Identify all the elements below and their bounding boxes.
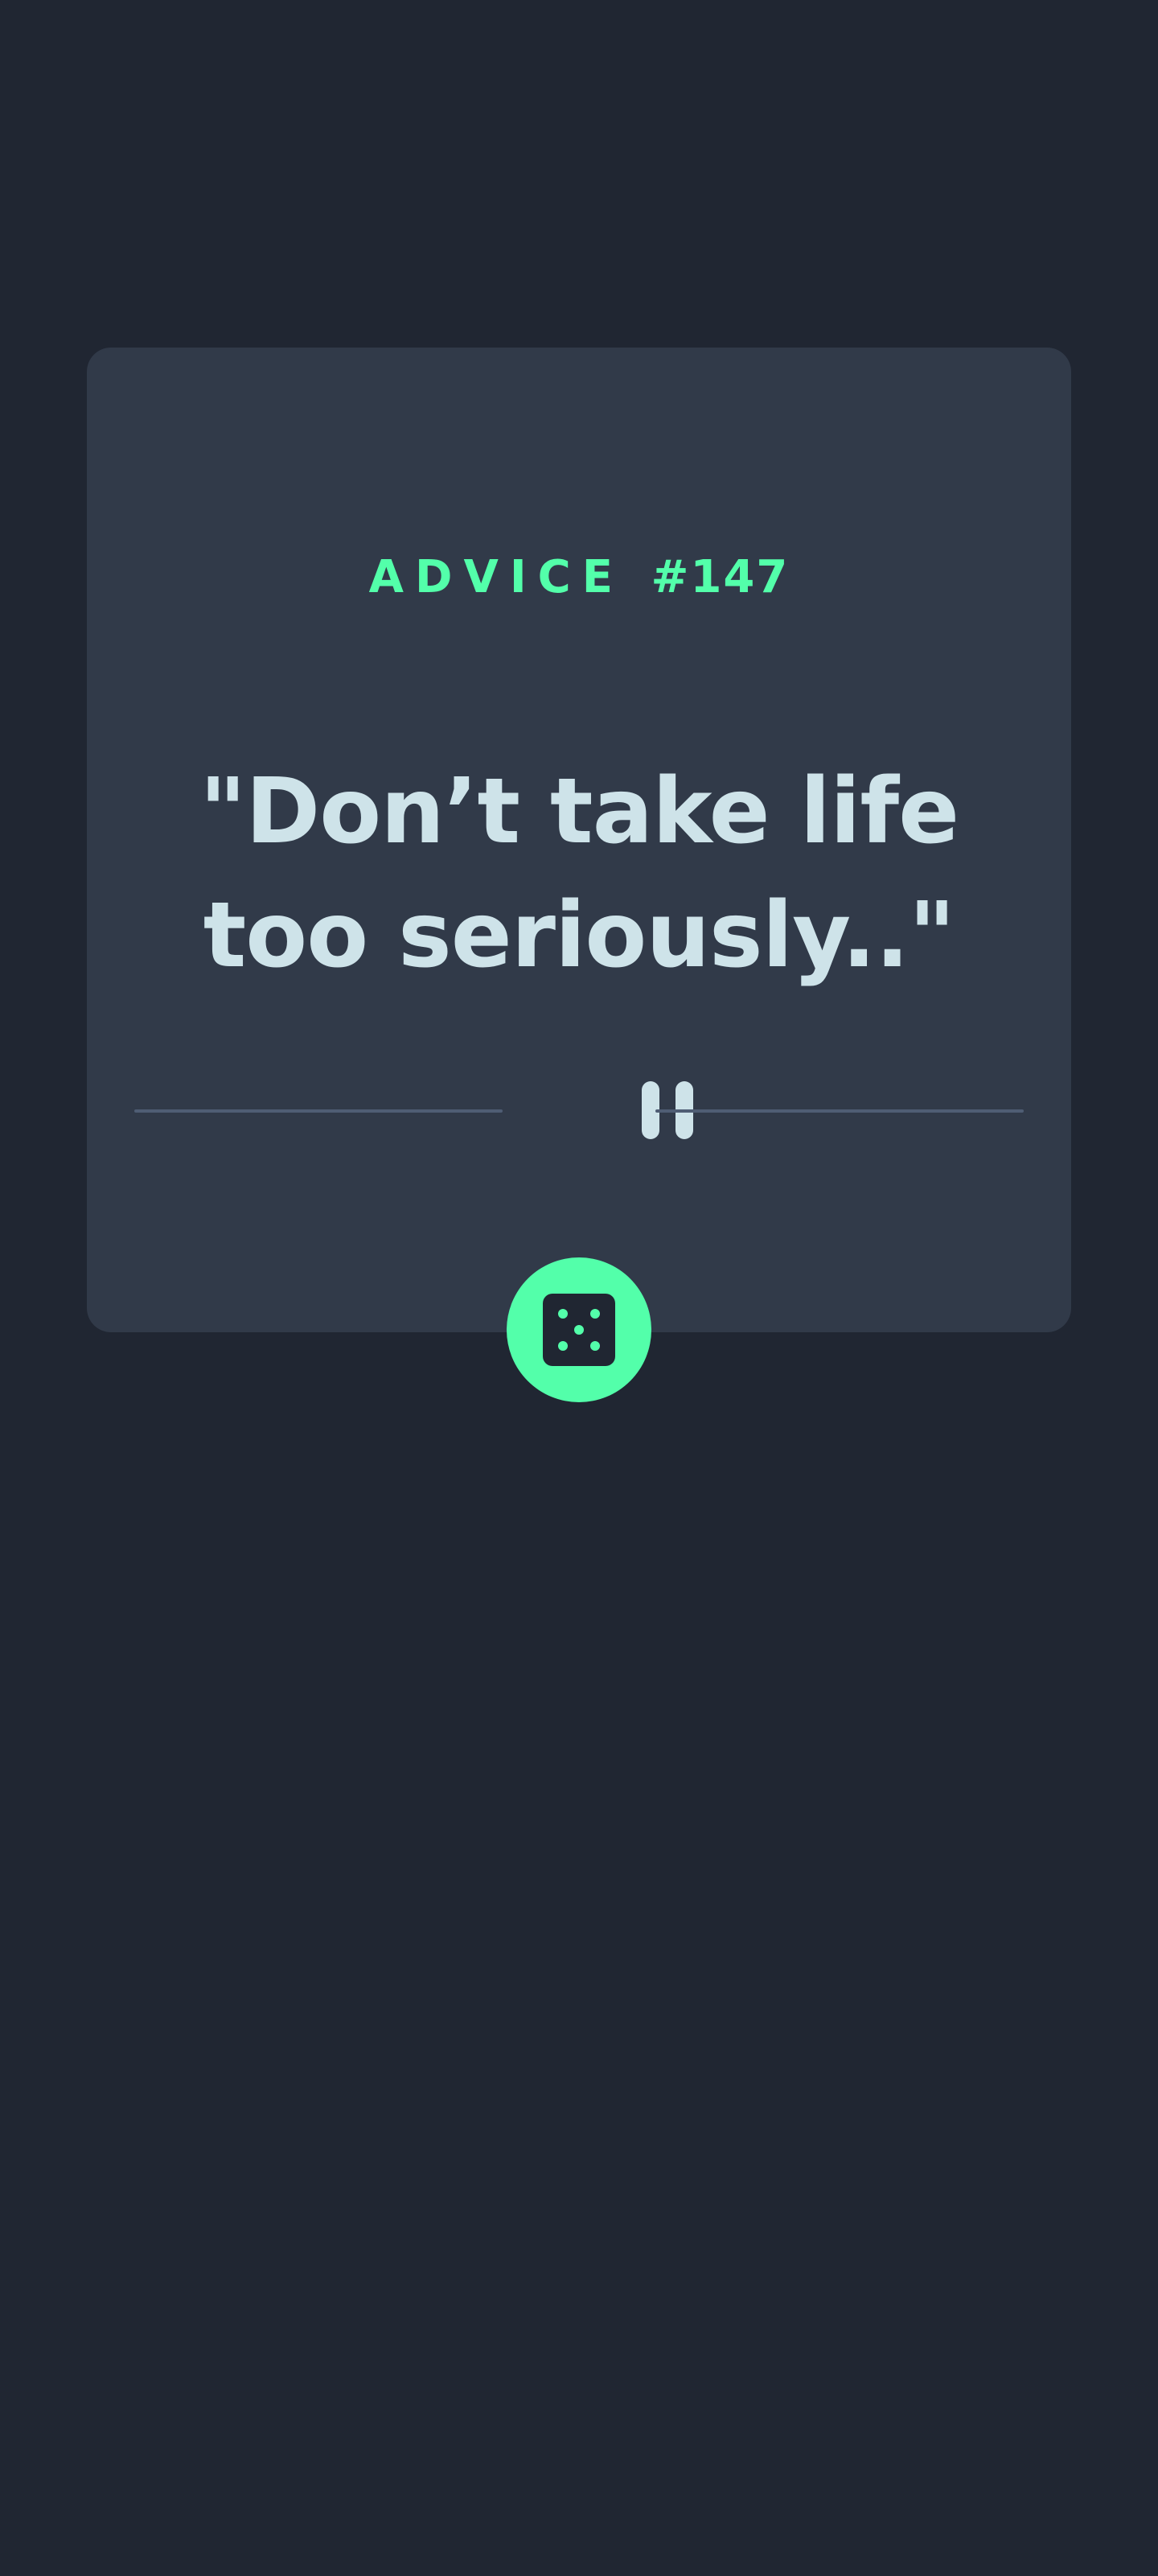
pattern-divider xyxy=(134,1076,1024,1144)
advice-card: ADVICE #147 "Don’t take life too serious… xyxy=(87,348,1071,1332)
advice-number: #147 xyxy=(651,551,790,603)
advice-label-text: ADVICE xyxy=(368,551,625,603)
divider-line-right xyxy=(655,1109,1024,1113)
advice-quote: "Don’t take life too seriously.." xyxy=(199,759,959,988)
divider-line-left xyxy=(134,1109,503,1113)
dice-icon xyxy=(543,1294,615,1366)
generate-advice-button[interactable] xyxy=(507,1257,651,1402)
advice-heading: ADVICE #147 xyxy=(87,545,1071,610)
